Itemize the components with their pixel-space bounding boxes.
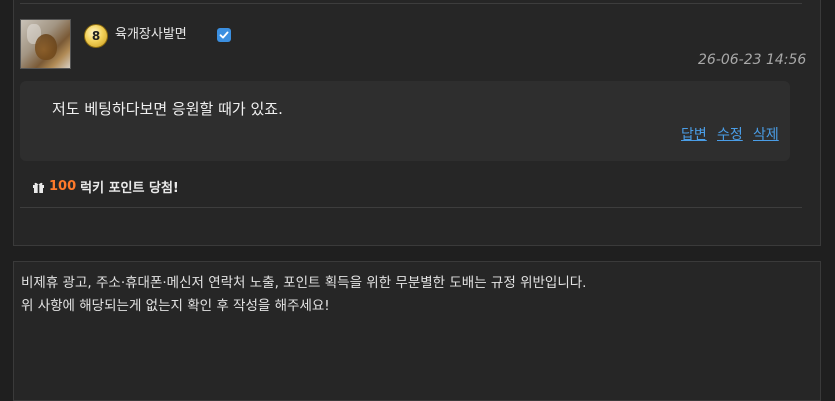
level-number: 8 [91,29,101,43]
gift-icon [32,181,45,193]
notice-line-1: 비제휴 광고, 주소·휴대폰·메신저 연락처 노출, 포인트 획득을 위한 무분… [21,275,587,291]
lucky-point-message: 100 럭키 포인트 당첨! [32,177,179,196]
reply-link[interactable]: 답변 [681,124,707,144]
level-badge-icon: 8 [84,24,108,48]
avatar-figure [35,34,57,60]
edit-link[interactable]: 수정 [717,124,743,144]
notice-line-2: 위 사항에 해당되는게 없는지 확인 후 작성을 해주세요! [21,298,330,314]
verified-icon [217,28,231,42]
delete-link[interactable]: 삭제 [753,124,779,144]
avatar[interactable] [20,19,71,69]
username[interactable]: 육개장사발면 [115,26,187,44]
divider [20,3,802,4]
point-amount: 100 [49,179,77,194]
comment-text: 저도 베팅하다보면 응원할 때가 있죠. [52,100,283,118]
lucky-point-label: 럭키 포인트 당첨! [80,181,179,196]
comment-timestamp: 26-06-23 14:56 [698,52,807,68]
comment-bubble [20,81,790,161]
divider [20,207,802,208]
